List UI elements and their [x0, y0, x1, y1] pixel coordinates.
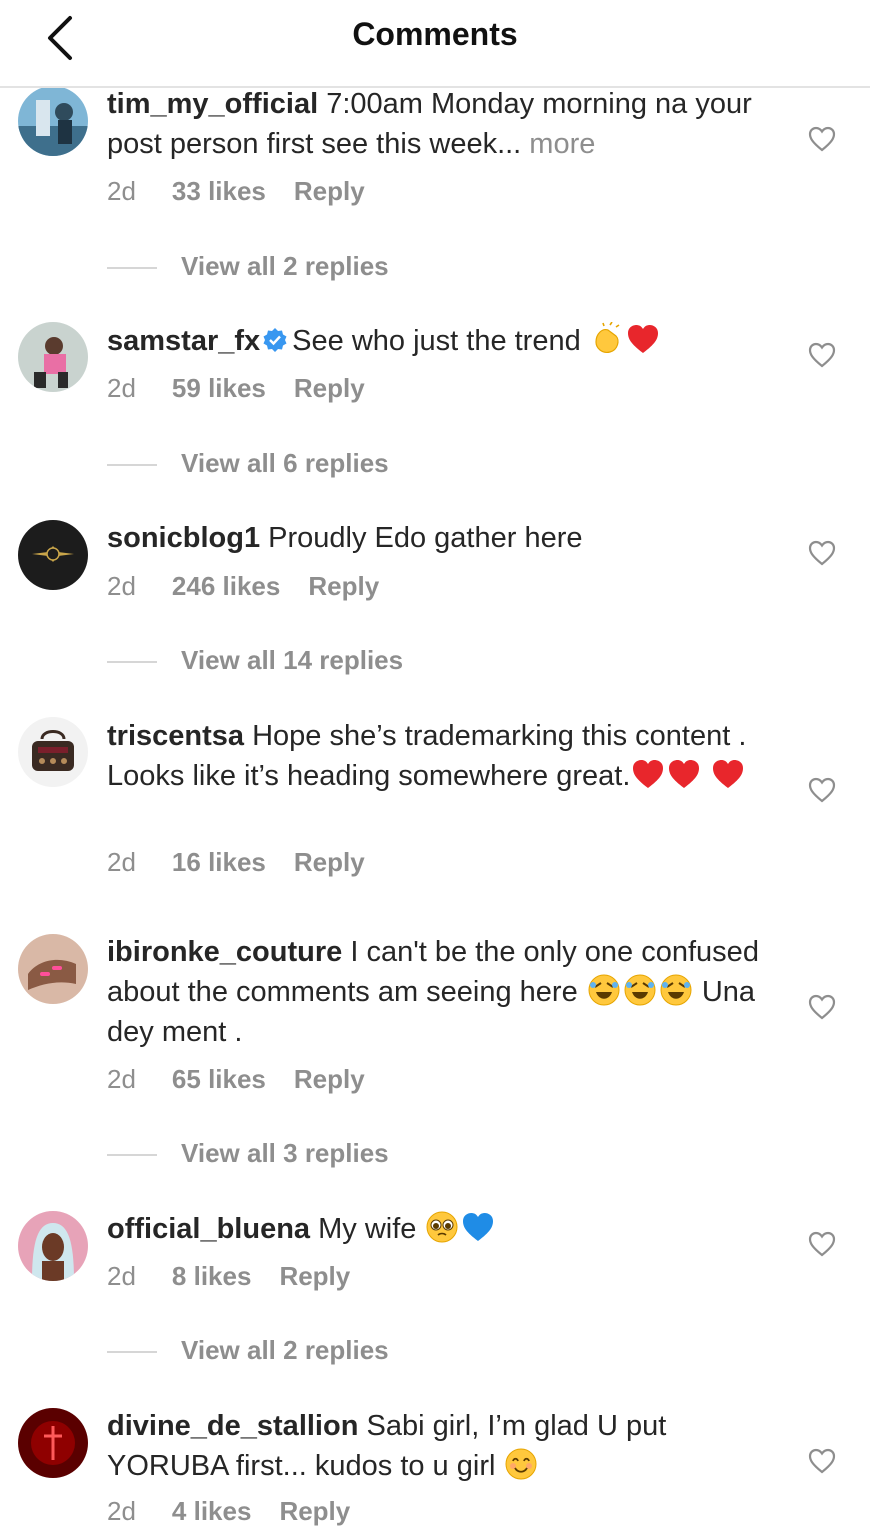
heart-icon[interactable] — [808, 342, 836, 368]
replies-divider — [107, 267, 157, 270]
comment-time: 2d — [107, 176, 136, 206]
view-replies[interactable]: View all 3 replies — [107, 1138, 389, 1169]
comment-username[interactable]: divine_de_stallion — [107, 1410, 358, 1442]
replies-divider — [107, 464, 157, 467]
more-link[interactable]: more — [521, 128, 595, 160]
comment-likes[interactable]: 33 likes — [172, 176, 266, 206]
pleading-face-icon — [426, 1211, 458, 1243]
comment-body: ibironke_couture I can't be the only one… — [107, 932, 779, 1052]
comment-text: Proudly Edo gather here — [260, 522, 583, 554]
comment-likes[interactable]: 8 likes — [172, 1261, 252, 1291]
reply-button[interactable]: Reply — [279, 1261, 350, 1291]
comment-time: 2d — [107, 373, 136, 403]
heart-icon[interactable] — [808, 1448, 836, 1474]
replies-divider — [107, 1154, 157, 1157]
comment-time: 2d — [107, 571, 136, 601]
comment-meta: 2d 59 likes Reply — [107, 373, 365, 404]
comment-likes[interactable]: 65 likes — [172, 1064, 266, 1094]
comment-likes[interactable]: 16 likes — [172, 847, 266, 877]
heart-icon[interactable] — [808, 1231, 836, 1257]
comment-body: sonicblog1 Proudly Edo gather here — [107, 518, 779, 558]
comment-username[interactable]: ibironke_couture — [107, 936, 342, 968]
comment-likes[interactable]: 4 likes — [172, 1496, 252, 1526]
comment-text: My wife — [310, 1213, 425, 1245]
blue-heart-icon — [463, 1213, 494, 1241]
comment-likes[interactable]: 246 likes — [172, 571, 280, 601]
comment-likes[interactable]: 59 likes — [172, 373, 266, 403]
view-replies-label[interactable]: View all 3 replies — [181, 1138, 389, 1168]
clapping-hands-icon — [595, 322, 620, 353]
heart-icon[interactable] — [808, 540, 836, 566]
replies-divider — [107, 661, 157, 664]
view-replies[interactable]: View all 2 replies — [107, 251, 389, 282]
page-title: Comments — [352, 16, 518, 52]
replies-divider — [107, 1351, 157, 1354]
avatar[interactable] — [18, 1211, 88, 1281]
avatar[interactable] — [18, 520, 88, 590]
red-heart-icon — [669, 760, 700, 788]
comment-meta: 2d 33 likes Reply — [107, 176, 365, 207]
rolling-laughing-icon — [624, 974, 656, 1006]
view-replies[interactable]: View all 6 replies — [107, 448, 389, 479]
comment-username[interactable]: samstar_fx — [107, 325, 260, 357]
comment-time: 2d — [107, 847, 136, 877]
view-replies-label[interactable]: View all 2 replies — [181, 1335, 389, 1365]
red-heart-icon — [713, 760, 744, 788]
comment-body: divine_de_stallion Sabi girl, I’m glad U… — [107, 1406, 779, 1486]
comment-username[interactable]: triscentsa — [107, 720, 244, 752]
verified-badge-icon — [263, 328, 287, 352]
avatar[interactable] — [18, 717, 88, 787]
avatar[interactable] — [18, 934, 88, 1004]
avatar[interactable] — [18, 86, 88, 156]
comment-time: 2d — [107, 1064, 136, 1094]
comment-username[interactable]: sonicblog1 — [107, 522, 260, 554]
comment-meta: 2d 16 likes Reply — [107, 847, 365, 878]
reply-button[interactable]: Reply — [294, 847, 365, 877]
comment-body: samstar_fx See who just the trend — [107, 321, 779, 361]
reply-button[interactable]: Reply — [308, 571, 379, 601]
reply-button[interactable]: Reply — [294, 176, 365, 206]
comment-meta: 2d 4 likes Reply — [107, 1496, 350, 1527]
header-bar: Comments — [0, 0, 870, 88]
reply-button[interactable]: Reply — [279, 1496, 350, 1526]
smiling-face-icon — [505, 1448, 537, 1480]
comment-username[interactable]: official_bluena — [107, 1213, 310, 1245]
comment-body: official_bluena My wife — [107, 1209, 779, 1249]
view-replies-label[interactable]: View all 14 replies — [181, 645, 403, 675]
red-heart-icon — [633, 760, 664, 788]
comment-time: 2d — [107, 1261, 136, 1291]
comment-meta: 2d 246 likes Reply — [107, 571, 379, 602]
heart-icon[interactable] — [808, 777, 836, 803]
comment-meta: 2d 8 likes Reply — [107, 1261, 350, 1292]
comment-username[interactable]: tim_my_official — [107, 88, 318, 120]
comment-text: See who just the trend — [292, 325, 589, 357]
comment-body: triscentsa Hope she’s trademarking this … — [107, 716, 779, 796]
rolling-laughing-icon — [660, 974, 692, 1006]
heart-icon[interactable] — [808, 126, 836, 152]
reply-button[interactable]: Reply — [294, 373, 365, 403]
red-heart-icon — [627, 325, 658, 353]
view-replies-label[interactable]: View all 6 replies — [181, 448, 389, 478]
avatar[interactable] — [18, 322, 88, 392]
avatar[interactable] — [18, 1408, 88, 1478]
heart-icon[interactable] — [808, 994, 836, 1020]
view-replies[interactable]: View all 2 replies — [107, 1335, 389, 1366]
view-replies[interactable]: View all 14 replies — [107, 645, 403, 676]
view-replies-label[interactable]: View all 2 replies — [181, 251, 389, 281]
comment-body: tim_my_official 7:00am Monday morning na… — [107, 84, 779, 164]
comments-list: tim_my_official 7:00am Monday morning na… — [0, 0, 870, 1526]
comment-meta: 2d 65 likes Reply — [107, 1064, 365, 1095]
comment-time: 2d — [107, 1496, 136, 1526]
reply-button[interactable]: Reply — [294, 1064, 365, 1094]
rolling-laughing-icon — [588, 974, 620, 1006]
